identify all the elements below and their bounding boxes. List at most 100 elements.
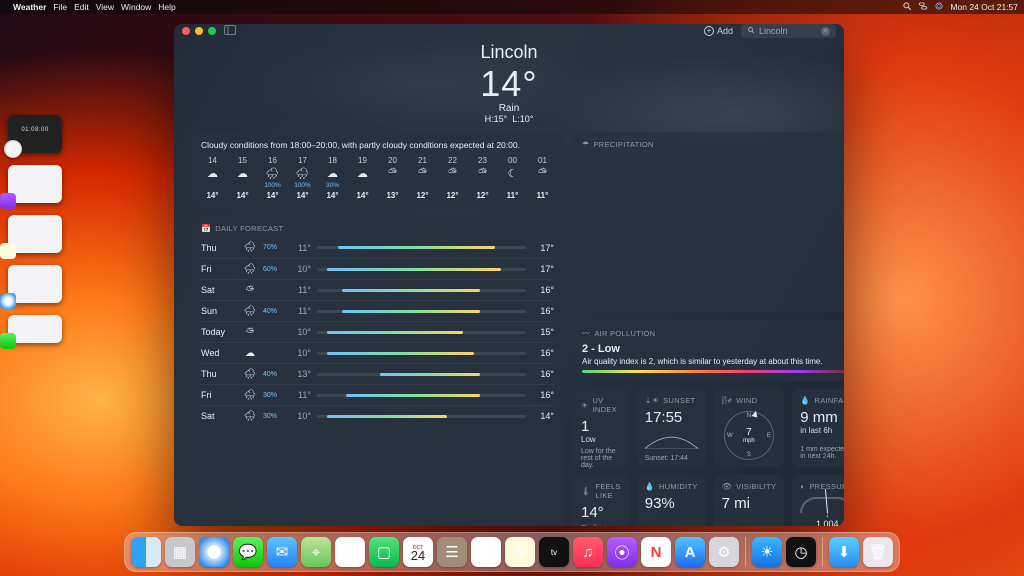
plus-icon: + — [704, 26, 714, 36]
daily-row[interactable]: Fri🌧30%11°16° — [201, 384, 554, 405]
hourly-forecast-card[interactable]: Cloudy conditions from 18:00–20:00, with… — [192, 132, 563, 208]
dock-contacts-icon[interactable]: ☰ — [437, 537, 467, 567]
clear-search-icon[interactable]: ✕ — [821, 27, 830, 36]
dock-news-icon[interactable]: N — [641, 537, 671, 567]
daily-row[interactable]: Wed☁︎10°16° — [201, 342, 554, 363]
window-titlebar: + Add Lincoln ✕ — [174, 24, 844, 38]
wind-card[interactable]: 🌬︎Wind NSEW 7mph — [714, 389, 785, 467]
dock: ▦ 💬 ✉︎ ⌖ ✿ ▢ OCT24 ☰ ☰ ✎ tv ♫ ⦿ N A ⚙︎ ☀… — [124, 532, 900, 572]
stage-thumb[interactable] — [8, 315, 62, 343]
dock-tv-icon[interactable]: tv — [539, 537, 569, 567]
calendar-icon: 📅 — [201, 224, 211, 233]
minimize-button[interactable] — [195, 27, 203, 35]
sunset-icon: ⇣☀︎ — [645, 396, 659, 405]
dock-downloads-icon[interactable]: ⬇︎ — [829, 537, 859, 567]
precipitation-map-card[interactable]: ☂︎Precipitation — [573, 132, 844, 312]
daily-row[interactable]: Today⛅︎10°15° — [201, 321, 554, 342]
gauge-icon: ◐ — [800, 482, 805, 491]
zoom-button[interactable] — [208, 27, 216, 35]
podcasts-icon — [0, 193, 16, 209]
menubar-clock[interactable]: Mon 24 Oct 21:57 — [950, 2, 1018, 12]
rainfall-card[interactable]: 💧Rainfall 9 mm in last 6h 1 mm expected … — [792, 389, 844, 467]
dock-separator — [745, 537, 746, 567]
feels-like-card[interactable]: 🌡︎Feels Like 14° Similar to the actual t… — [573, 475, 629, 526]
pressure-gauge — [800, 497, 844, 513]
safari-icon — [0, 293, 16, 309]
menu-file[interactable]: File — [53, 2, 67, 12]
dock-appstore-icon[interactable]: A — [675, 537, 705, 567]
aqi-note: Air quality index is 2, which is similar… — [582, 357, 844, 366]
hourly-item: 17🌧100%14° — [291, 156, 314, 200]
wind-icon: 🌬︎ — [722, 396, 732, 405]
wind-compass: NSEW 7mph — [724, 411, 774, 460]
menu-help[interactable]: Help — [158, 2, 175, 12]
humidity-card[interactable]: 💧Humidity 93% The dew point is 13° right… — [637, 475, 706, 526]
dock-weather-icon[interactable]: ☀︎ — [752, 537, 782, 567]
dock-safari-icon[interactable] — [199, 537, 229, 567]
sun-icon: ☀︎ — [581, 401, 588, 410]
pressure-card[interactable]: ◐Pressure ↓1,004hPa LowHigh — [792, 475, 844, 526]
dock-photos-icon[interactable]: ✿ — [335, 537, 365, 567]
current-temperature: 14° — [174, 63, 844, 105]
stage-thumb[interactable] — [8, 265, 62, 303]
hourly-item: 14☁︎14° — [201, 156, 224, 200]
location-name: Lincoln — [174, 42, 844, 63]
uv-index-card[interactable]: ☀︎UV Index 1 Low Low for the rest of the… — [573, 389, 629, 467]
dock-clock-icon[interactable]: ◷ — [786, 537, 816, 567]
clock-widget-icon — [4, 140, 22, 158]
notes-icon — [0, 243, 16, 259]
dock-music-icon[interactable]: ♫ — [573, 537, 603, 567]
daily-row[interactable]: Fri🌧60%10°17° — [201, 258, 554, 279]
search-icon — [747, 26, 755, 36]
menu-edit[interactable]: Edit — [74, 2, 89, 12]
close-button[interactable] — [182, 27, 190, 35]
dock-trash-icon[interactable]: 🗑︎ — [863, 537, 893, 567]
window-traffic-lights — [182, 27, 216, 35]
daily-row[interactable]: Sun🌧40%11°16° — [201, 300, 554, 321]
hourly-item: 16🌧100%14° — [261, 156, 284, 200]
visibility-card[interactable]: 👁︎Visibility 7 mi It's clear right now. — [714, 475, 785, 526]
dock-mail-icon[interactable]: ✉︎ — [267, 537, 297, 567]
control-center-icon[interactable] — [918, 1, 928, 13]
spotlight-icon[interactable] — [902, 1, 912, 13]
dock-messages-icon[interactable]: 💬 — [233, 537, 263, 567]
dock-podcasts-icon[interactable]: ⦿ — [607, 537, 637, 567]
hourly-item: 19☁︎14° — [351, 156, 374, 200]
sunset-card[interactable]: ⇣☀︎Sunset 17:55 Sunset: 17:44 — [637, 389, 706, 467]
humidity-icon: 💧 — [645, 482, 655, 491]
daily-row[interactable]: Thu🌧40%13°16° — [201, 363, 554, 384]
add-location-button[interactable]: + Add — [704, 26, 733, 36]
weather-window: + Add Lincoln ✕ Lincoln 14° Rain H:15° L… — [174, 24, 844, 526]
thermometer-icon: 🌡︎ — [581, 487, 591, 496]
dock-settings-icon[interactable]: ⚙︎ — [709, 537, 739, 567]
menubar: Weather File Edit View Window Help Mon 2… — [0, 0, 1024, 14]
air-pollution-card[interactable]: 〰︎Air Pollution 2 - Low Air quality inde… — [573, 320, 844, 381]
menubar-app-name[interactable]: Weather — [13, 2, 46, 12]
dock-finder-icon[interactable] — [131, 537, 161, 567]
dock-calendar-icon[interactable]: OCT24 — [403, 537, 433, 567]
hourly-item: 15☁︎14° — [231, 156, 254, 200]
menu-window[interactable]: Window — [121, 2, 151, 12]
daily-row[interactable]: Sat⛅︎11°16° — [201, 279, 554, 300]
current-conditions-hero: Lincoln 14° Rain H:15° L:10° — [174, 38, 844, 132]
aqi-value: 2 - Low — [582, 343, 844, 355]
dock-separator — [822, 537, 823, 567]
daily-forecast-card[interactable]: 📅Daily Forecast Thu🌧70%11°17°Fri🌧60%10°1… — [192, 216, 563, 526]
search-input-value: Lincoln — [759, 26, 788, 36]
dock-facetime-icon[interactable]: ▢ — [369, 537, 399, 567]
hourly-item: 20⛅︎13° — [381, 156, 404, 200]
siri-icon[interactable] — [934, 1, 944, 13]
dock-maps-icon[interactable]: ⌖ — [301, 537, 331, 567]
menu-view[interactable]: View — [96, 2, 114, 12]
location-search-field[interactable]: Lincoln ✕ — [741, 24, 836, 38]
aqi-icon: 〰︎ — [582, 328, 590, 339]
dock-launchpad-icon[interactable]: ▦ — [165, 537, 195, 567]
stage-thumb[interactable] — [8, 165, 62, 203]
sidebar-toggle-icon[interactable] — [224, 25, 236, 37]
dock-reminders-icon[interactable]: ☰ — [471, 537, 501, 567]
daily-row[interactable]: Sat🌧30%10°14° — [201, 405, 554, 426]
daily-row[interactable]: Thu🌧70%11°17° — [201, 237, 554, 258]
stage-thumb[interactable] — [8, 215, 62, 253]
aqi-scale-bar — [582, 370, 844, 373]
dock-notes-icon[interactable]: ✎ — [505, 537, 535, 567]
